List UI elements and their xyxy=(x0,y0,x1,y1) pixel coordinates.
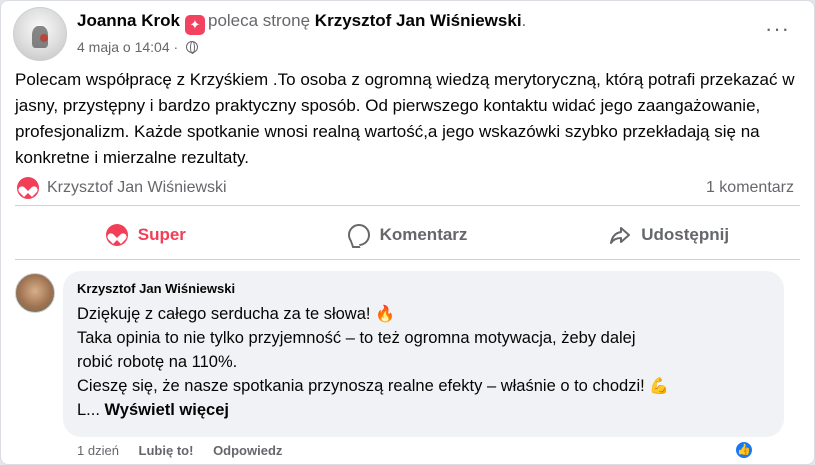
love-button[interactable]: Super xyxy=(15,213,277,257)
divider-top xyxy=(15,205,800,206)
see-more-link[interactable]: Wyświetl więcej xyxy=(105,401,229,419)
comment-line-5: L... Wyświetl więcej xyxy=(77,398,770,422)
comment-line-1: Dziękuję z całego serducha za te słowa! … xyxy=(77,302,770,326)
reactions-row: Krzysztof Jan Wiśniewski 1 komentarz xyxy=(17,177,794,201)
comment-label: Komentarz xyxy=(379,225,468,244)
post-body: Polecam współpracę z Krzyśkiem .To osoba… xyxy=(15,70,795,167)
comments-count[interactable]: 1 komentarz xyxy=(706,179,794,197)
comment-button[interactable]: Komentarz xyxy=(277,213,539,257)
headline-period: . xyxy=(521,11,527,30)
recommendation-icon: ✦ xyxy=(184,15,205,35)
heart-icon xyxy=(105,224,128,246)
comment-reply-button[interactable]: Odpowiedz xyxy=(213,443,282,458)
comment-line-3: robić robotę na 110%. xyxy=(77,353,238,371)
comment-bubble: Krzysztof Jan Wiśniewski Dziękuję z całe… xyxy=(63,271,784,437)
post-meta: 4 maja o 14:04 · xyxy=(77,39,199,55)
comment-time[interactable]: 1 dzień xyxy=(77,443,119,458)
post-card: Joanna Krok ✦ poleca stronę Krzysztof Jan … xyxy=(0,0,815,465)
post-headline: Joanna Krok ✦ poleca stronę Krzysztof Jan … xyxy=(77,11,526,35)
comment-line-1-text: Dziękuję z całego serducha za te słowa! xyxy=(77,305,371,323)
post-date[interactable]: 4 maja o 14:04 xyxy=(77,39,170,55)
meta-separator: · xyxy=(173,39,179,55)
love-label: Super xyxy=(137,225,186,244)
share-arrow-icon xyxy=(609,224,631,246)
comment-line-2: Taka opinia to nie tylko przyjemność – t… xyxy=(77,329,636,347)
page-name-link[interactable]: Krzysztof Jan Wiśniewski xyxy=(315,11,522,30)
comment-truncated-text: L... xyxy=(77,401,100,419)
globe-icon xyxy=(186,41,199,54)
fire-emoji-icon: 🔥 xyxy=(375,306,396,323)
avatar-accent xyxy=(40,34,48,42)
flexed-biceps-emoji-icon: 💪 xyxy=(649,378,670,395)
author-avatar[interactable] xyxy=(13,7,67,61)
divider-bottom xyxy=(15,259,800,260)
post-header: Joanna Krok ✦ poleca stronę Krzysztof Jan … xyxy=(13,7,798,63)
like-reaction-icon[interactable]: 👍 xyxy=(734,440,754,460)
recommends-text: poleca stronę xyxy=(207,11,311,30)
comment-like-button[interactable]: Lubię to! xyxy=(139,443,194,458)
love-reaction-icon[interactable] xyxy=(17,177,39,199)
action-bar: Super Komentarz Udostępnij xyxy=(15,213,800,257)
comment-bubble-icon xyxy=(347,224,370,246)
comment-line-4-text: Cieszę się, że nasze spotkania przynoszą… xyxy=(77,377,645,395)
commenter-avatar[interactable] xyxy=(15,273,55,313)
reaction-names[interactable]: Krzysztof Jan Wiśniewski xyxy=(47,179,227,197)
more-options-button[interactable]: ··· xyxy=(765,18,790,40)
author-name[interactable]: Joanna Krok xyxy=(77,11,180,30)
comment-meta: 1 dzień Lubię to! Odpowiedz xyxy=(77,443,298,458)
share-label: Udostępnij xyxy=(641,225,730,244)
comment-author[interactable]: Krzysztof Jan Wiśniewski xyxy=(77,281,770,296)
share-button[interactable]: Udostępnij xyxy=(538,213,800,257)
comment-line-4: Cieszę się, że nasze spotkania przynoszą… xyxy=(77,374,770,398)
